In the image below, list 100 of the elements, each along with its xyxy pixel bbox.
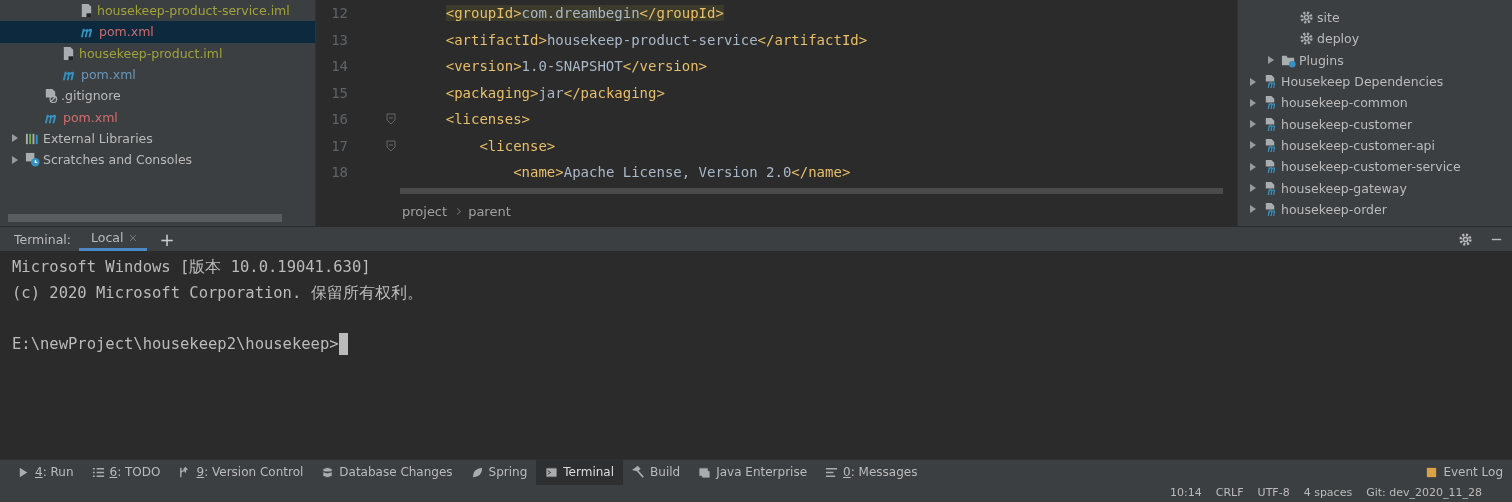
code-line: <license> <box>478 137 556 154</box>
status-item[interactable]: Git: dev_2020_11_28 <box>1366 484 1482 502</box>
tree-item[interactable]: pom.xml <box>0 63 315 86</box>
maven-item[interactable]: site <box>1238 7 1512 29</box>
maven-label: Plugins <box>1299 52 1344 68</box>
expand-arrow-icon[interactable] <box>1248 76 1258 87</box>
status-item[interactable]: 10:14 <box>1170 484 1202 502</box>
maven-item[interactable]: housekeep-order <box>1238 198 1512 220</box>
tree-item[interactable]: pom.xml <box>0 106 315 128</box>
maven-item[interactable]: housekeep-customer-api <box>1238 134 1512 157</box>
maven-module-icon <box>1263 137 1278 153</box>
expand-arrow-icon[interactable] <box>1248 97 1258 108</box>
line-number: 18 <box>330 164 348 181</box>
tree-item[interactable]: housekeep-product.iml <box>0 42 315 64</box>
file-name: pom.xml <box>63 109 118 125</box>
file-name: housekeep-product-service.iml <box>97 3 290 19</box>
tree-item[interactable]: pom.xml <box>0 21 315 43</box>
file-name: pom.xml <box>99 24 154 40</box>
maven-item[interactable]: housekeep-customer-service <box>1238 156 1512 178</box>
expand-arrow-icon[interactable] <box>1248 161 1258 172</box>
maven-label: deploy <box>1317 31 1360 47</box>
expand-arrow-icon[interactable] <box>10 154 20 165</box>
maven-item[interactable]: deploy <box>1238 28 1512 50</box>
expand-arrow-icon[interactable] <box>1248 119 1258 130</box>
line-number: 15 <box>330 84 348 101</box>
tool-icon <box>470 465 484 479</box>
expand-arrow-icon[interactable] <box>1248 204 1258 215</box>
tool-window-button[interactable]: 0: Messages <box>816 459 927 485</box>
maven-item[interactable]: housekeep-gateway <box>1238 177 1512 199</box>
new-tab-button[interactable]: + <box>155 228 179 250</box>
code-line: <packaging>jar</packaging> <box>444 84 665 101</box>
code-line: <artifactId>housekeep-product-service</artifactId> <box>444 31 868 48</box>
maven-label: site <box>1317 10 1340 26</box>
tool-icon <box>321 465 335 479</box>
code-line: <name>Apache License, Version 2.0</name> <box>512 164 851 181</box>
ignore-file-icon <box>43 88 58 104</box>
status-item[interactable]: 4 spaces <box>1303 484 1353 502</box>
tree-item[interactable]: .gitignore <box>0 85 315 107</box>
line-number: 17 <box>330 137 348 154</box>
scrollbar[interactable] <box>8 214 282 222</box>
file-name: External Libraries <box>43 130 153 146</box>
tool-icon <box>545 465 559 479</box>
maven-module-icon <box>1263 116 1278 132</box>
event-log-button[interactable]: Event Log <box>1416 459 1512 485</box>
text-cursor <box>338 333 348 356</box>
maven-module-icon <box>1263 180 1278 196</box>
maven-label: housekeep-customer-api <box>1281 137 1435 153</box>
expand-arrow-icon[interactable] <box>1266 55 1276 66</box>
tool-window-button[interactable]: 4: Run <box>8 459 83 485</box>
fold-marker-icon[interactable] <box>386 113 396 126</box>
close-icon[interactable] <box>129 233 138 242</box>
notification-icon <box>1425 465 1439 479</box>
tool-window-button[interactable]: 6: TODO <box>82 459 170 485</box>
tree-item[interactable]: housekeep-product-service.iml <box>0 0 315 22</box>
tool-window-button[interactable]: Terminal <box>536 459 624 485</box>
maven-label: housekeep-gateway <box>1281 180 1407 196</box>
tool-icon <box>698 465 712 479</box>
expand-arrow-icon[interactable] <box>10 133 20 144</box>
maven-item[interactable]: housekeep-customer <box>1238 113 1512 135</box>
tool-icon <box>17 465 30 479</box>
maven-item[interactable]: housekeep-common <box>1238 92 1512 114</box>
settings-icon[interactable] <box>1458 231 1473 247</box>
terminal-line: (c) 2020 Microsoft Corporation. 保留所有权利。 <box>12 282 423 304</box>
maven-label: housekeep-customer <box>1281 116 1413 132</box>
breadcrumb[interactable]: parent <box>468 203 511 219</box>
file-name: pom.xml <box>81 67 136 83</box>
tool-window-button[interactable]: 9: Version Control <box>169 459 313 485</box>
maven-module-icon <box>1263 159 1278 175</box>
tool-icon <box>91 465 105 479</box>
tree-item[interactable]: Scratches and Consoles <box>0 149 315 171</box>
gear-icon <box>1299 10 1314 26</box>
code-line: <groupId>com.dreambegin</groupId> <box>444 5 724 22</box>
panel-title: Terminal: <box>14 231 72 247</box>
terminal-line: Microsoft Windows [版本 10.0.19041.630] <box>12 257 371 279</box>
maven-module-icon <box>1263 95 1278 111</box>
line-number: 14 <box>330 58 348 75</box>
expand-arrow-icon[interactable] <box>1248 183 1258 193</box>
maven-item[interactable]: Housekeep Dependencies <box>1238 70 1512 93</box>
terminal-line: E:\newProject\housekeep2\housekeep> <box>12 335 339 354</box>
tool-window-button[interactable]: Java Enterprise <box>689 459 817 485</box>
tool-window-button[interactable]: Build <box>623 459 690 485</box>
tool-icon <box>632 465 646 479</box>
line-number: 12 <box>330 5 348 22</box>
tree-item[interactable]: External Libraries <box>0 127 315 150</box>
line-number: 13 <box>330 31 348 48</box>
maven-item[interactable]: Plugins <box>1238 49 1512 71</box>
maven-label: housekeep-customer-service <box>1281 159 1461 175</box>
status-item[interactable]: CRLF <box>1215 484 1244 502</box>
file-name: Scratches and Consoles <box>43 152 193 168</box>
fold-marker-icon[interactable] <box>386 139 396 152</box>
expand-arrow-icon[interactable] <box>1248 140 1258 151</box>
tool-window-button[interactable]: Spring <box>461 459 537 485</box>
tab-label: Local <box>91 230 124 245</box>
status-item[interactable]: UTF-8 <box>1257 484 1290 502</box>
breadcrumb[interactable]: project <box>402 203 448 219</box>
scratch-icon <box>25 152 40 168</box>
scrollbar[interactable] <box>400 188 1223 194</box>
line-number: 16 <box>330 111 348 128</box>
terminal-output[interactable]: Microsoft Windows [版本 10.0.19041.630] (c) 2020 Microsoft Corporation. 保留所有权利。 E:\newProject\housekeep2\housekeep> <box>0 251 1512 459</box>
tool-window-button[interactable]: Database Changes <box>312 459 462 485</box>
